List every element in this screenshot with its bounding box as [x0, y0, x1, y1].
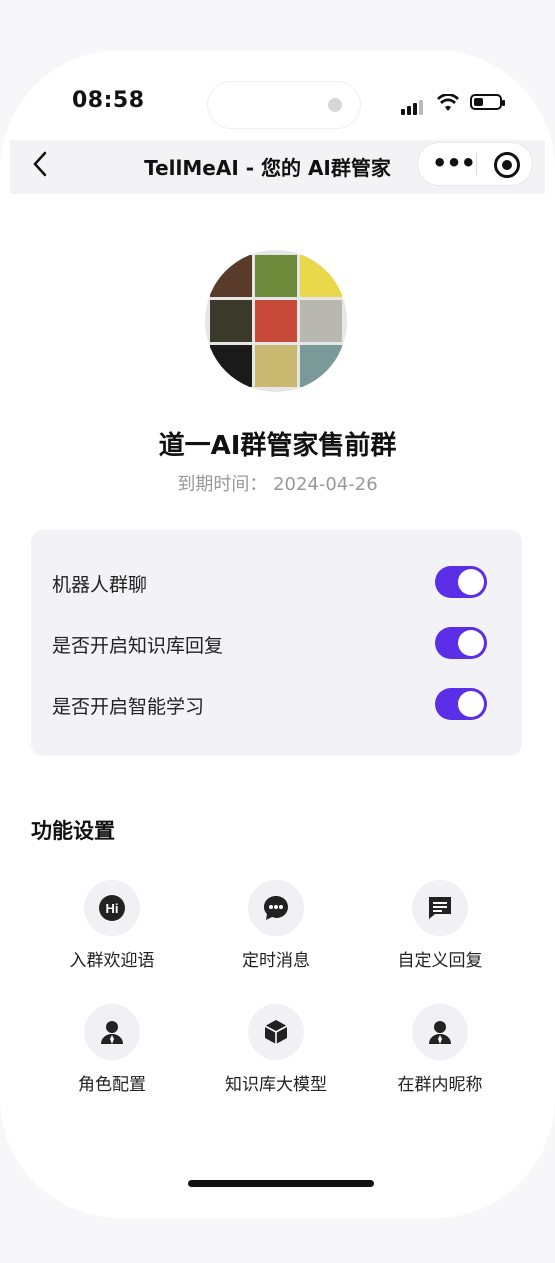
- feature-label: 定时消息: [242, 951, 310, 971]
- setting-row: 是否开启智能学习: [52, 684, 502, 724]
- feature-label: 知识库大模型: [225, 1075, 327, 1095]
- setting-label: 是否开启智能学习: [52, 696, 205, 718]
- feature-label: 入群欢迎语: [69, 951, 155, 971]
- wifi-icon: [437, 93, 459, 117]
- status-bar: 08:58: [0, 0, 555, 140]
- feature-label: 自定义回复: [397, 951, 483, 971]
- user-icon: [412, 1004, 468, 1060]
- feature-knowledge-model[interactable]: 知识库大模型: [206, 1004, 346, 1104]
- battery-icon: [470, 94, 505, 110]
- feature-group-nickname[interactable]: 在群内昵称: [370, 1004, 510, 1104]
- group-avatar: [205, 250, 347, 392]
- feature-role-config[interactable]: 角色配置: [42, 1004, 182, 1104]
- settings-card: 机器人群聊 是否开启知识库回复 是否开启智能学习: [31, 530, 522, 756]
- camera-dot: [328, 98, 342, 112]
- chat-icon: [248, 880, 304, 936]
- miniprogram-capsule: •••: [417, 142, 533, 186]
- setting-row: 是否开启知识库回复: [52, 623, 502, 663]
- signal-icon: [401, 96, 425, 115]
- cube-icon: [248, 1004, 304, 1060]
- setting-label: 是否开启知识库回复: [52, 635, 224, 657]
- close-miniprogram-icon[interactable]: [494, 152, 520, 178]
- svg-text:Hi: Hi: [106, 901, 119, 916]
- knowledge-reply-toggle[interactable]: [435, 627, 487, 659]
- hi-icon: Hi: [84, 880, 140, 936]
- feature-label: 角色配置: [78, 1075, 146, 1095]
- features-title: 功能设置: [31, 819, 115, 843]
- setting-row: 机器人群聊: [52, 562, 502, 602]
- robot-chat-toggle[interactable]: [435, 566, 487, 598]
- smart-learning-toggle[interactable]: [435, 688, 487, 720]
- home-indicator: [188, 1180, 374, 1187]
- group-name: 道一AI群管家售前群: [158, 431, 397, 461]
- feature-label: 在群内昵称: [397, 1075, 483, 1095]
- user-icon: [84, 1004, 140, 1060]
- setting-label: 机器人群聊: [52, 574, 148, 596]
- expire-date: 2024-04-26: [273, 474, 378, 495]
- more-icon[interactable]: •••: [432, 149, 476, 177]
- dynamic-island: [208, 82, 360, 128]
- status-time: 08:58: [72, 88, 145, 113]
- nav-bar: TellMeAI - 您的 AI群管家 •••: [10, 140, 545, 194]
- feature-scheduled-message[interactable]: 定时消息: [206, 880, 346, 980]
- feature-custom-reply[interactable]: 自定义回复: [370, 880, 510, 980]
- feature-welcome[interactable]: Hi 入群欢迎语: [42, 880, 182, 980]
- message-icon: [412, 880, 468, 936]
- expire-info: 到期时间： 2024-04-26: [0, 470, 555, 496]
- capsule-divider: [476, 153, 477, 175]
- expire-label: 到期时间：: [177, 474, 268, 495]
